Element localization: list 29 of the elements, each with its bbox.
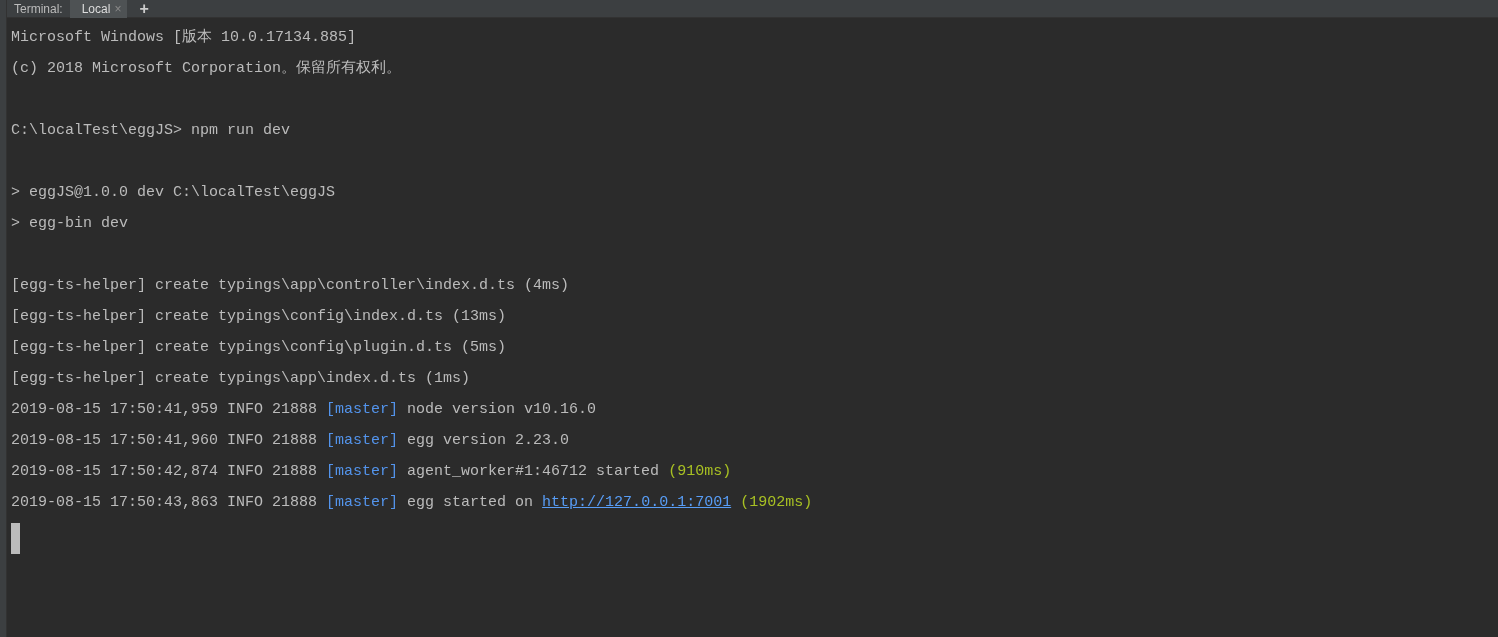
terminal-text: C:\localTest\eggJS> npm run dev [11,122,291,139]
url-link[interactable]: http://127.0.0.1:7001 [542,494,732,511]
terminal-text: agent_worker#1:46712 started [406,463,661,480]
terminal-text: egg started on [406,494,535,511]
log-tag: [master] [326,494,399,511]
terminal-text: 2019-08-15 17:50:41,960 INFO 21888 [11,432,319,449]
terminal-text: 2019-08-15 17:50:42,874 INFO 21888 [11,463,319,480]
text-cursor [11,523,20,554]
timing-text: (910ms) [668,463,732,480]
log-tag: [master] [326,432,399,449]
terminal-text: [egg-ts-helper] create typings\app\controller\index.d.ts (4ms) [11,277,570,294]
log-tag: [master] [326,401,399,418]
new-tab-button[interactable]: + [135,0,153,17]
terminal-text: [egg-ts-helper] create typings\config\plugin.d.ts (5ms) [11,339,507,356]
terminal-text: node version v10.16.0 [406,401,597,418]
terminal-text: 2019-08-15 17:50:43,863 INFO 21888 [11,494,319,511]
terminal-tab[interactable]: Local × [69,0,128,18]
terminal-text: 2019-08-15 17:50:41,959 INFO 21888 [11,401,319,418]
timing-text: (1902ms) [740,494,813,511]
terminal-text: > egg-bin dev [11,215,129,232]
terminal-text: [egg-ts-helper] create typings\config\index.d.ts (13ms) [11,308,507,325]
terminal-text: [egg-ts-helper] create typings\app\index.d.ts (1ms) [11,370,471,387]
terminal-text: (c) 2018 Microsoft Corporation。保留所有权利。 [11,60,402,77]
tool-window-label: Terminal: [13,0,64,18]
tab-label: Local [81,0,111,18]
terminal-text: > eggJS@1.0.0 dev C:\localTest\eggJS [11,184,336,201]
terminal-text: Microsoft Windows [版本 10.0.17134.885] [11,29,357,46]
terminal-text: egg version 2.23.0 [406,432,570,449]
log-tag: [master] [326,463,399,480]
